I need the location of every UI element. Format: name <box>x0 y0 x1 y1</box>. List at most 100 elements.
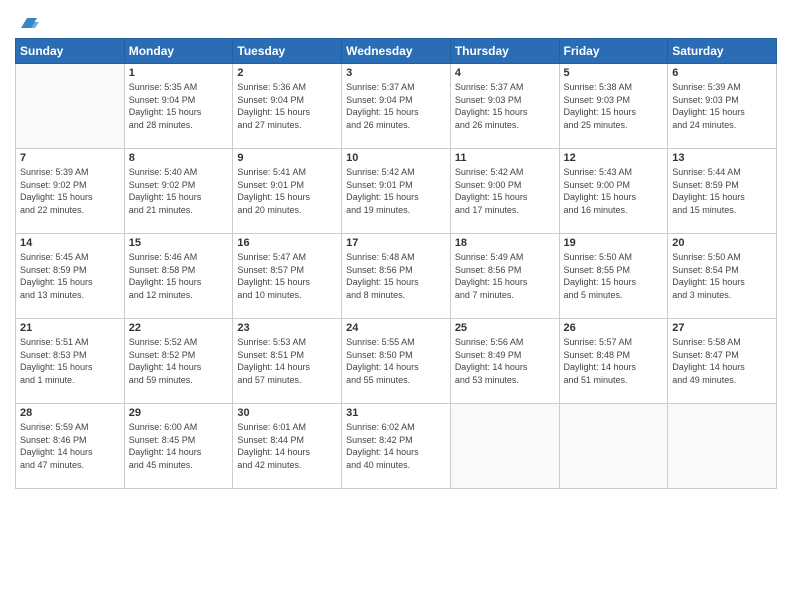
calendar-cell <box>668 404 777 489</box>
weekday-header-monday: Monday <box>124 39 233 64</box>
calendar-cell: 25 Sunrise: 5:56 AMSunset: 8:49 PMDayligh… <box>450 319 559 404</box>
day-number: 25 <box>455 322 555 334</box>
calendar-cell <box>450 404 559 489</box>
weekday-header-thursday: Thursday <box>450 39 559 64</box>
day-number: 2 <box>237 67 337 79</box>
day-info: Sunrise: 5:57 AMSunset: 8:48 PMDaylight:… <box>564 336 664 386</box>
day-info: Sunrise: 5:37 AMSunset: 9:04 PMDaylight:… <box>346 81 446 131</box>
calendar-week-2: 7 Sunrise: 5:39 AMSunset: 9:02 PMDaylight… <box>16 149 777 234</box>
page: SundayMondayTuesdayWednesdayThursdayFrid… <box>0 0 792 612</box>
day-number: 10 <box>346 152 446 164</box>
calendar-cell: 28 Sunrise: 5:59 AMSunset: 8:46 PMDayligh… <box>16 404 125 489</box>
calendar-cell <box>16 64 125 149</box>
logo-icon <box>17 10 39 32</box>
day-number: 1 <box>129 67 229 79</box>
logo <box>15 10 39 32</box>
day-info: Sunrise: 5:53 AMSunset: 8:51 PMDaylight:… <box>237 336 337 386</box>
day-info: Sunrise: 5:43 AMSunset: 9:00 PMDaylight:… <box>564 166 664 216</box>
weekday-header-wednesday: Wednesday <box>342 39 451 64</box>
day-info: Sunrise: 5:39 AMSunset: 9:03 PMDaylight:… <box>672 81 772 131</box>
day-info: Sunrise: 5:44 AMSunset: 8:59 PMDaylight:… <box>672 166 772 216</box>
calendar-cell: 27 Sunrise: 5:58 AMSunset: 8:47 PMDayligh… <box>668 319 777 404</box>
day-info: Sunrise: 5:59 AMSunset: 8:46 PMDaylight:… <box>20 421 120 471</box>
day-info: Sunrise: 6:00 AMSunset: 8:45 PMDaylight:… <box>129 421 229 471</box>
calendar-cell: 13 Sunrise: 5:44 AMSunset: 8:59 PMDayligh… <box>668 149 777 234</box>
day-info: Sunrise: 5:35 AMSunset: 9:04 PMDaylight:… <box>129 81 229 131</box>
day-info: Sunrise: 5:52 AMSunset: 8:52 PMDaylight:… <box>129 336 229 386</box>
day-number: 18 <box>455 237 555 249</box>
day-number: 6 <box>672 67 772 79</box>
calendar-cell: 3 Sunrise: 5:37 AMSunset: 9:04 PMDaylight… <box>342 64 451 149</box>
calendar-cell: 30 Sunrise: 6:01 AMSunset: 8:44 PMDayligh… <box>233 404 342 489</box>
day-number: 15 <box>129 237 229 249</box>
day-info: Sunrise: 5:41 AMSunset: 9:01 PMDaylight:… <box>237 166 337 216</box>
day-number: 21 <box>20 322 120 334</box>
weekday-header-friday: Friday <box>559 39 668 64</box>
day-number: 14 <box>20 237 120 249</box>
day-info: Sunrise: 5:37 AMSunset: 9:03 PMDaylight:… <box>455 81 555 131</box>
calendar-cell: 19 Sunrise: 5:50 AMSunset: 8:55 PMDayligh… <box>559 234 668 319</box>
day-number: 27 <box>672 322 772 334</box>
day-info: Sunrise: 5:56 AMSunset: 8:49 PMDaylight:… <box>455 336 555 386</box>
day-info: Sunrise: 5:49 AMSunset: 8:56 PMDaylight:… <box>455 251 555 301</box>
day-info: Sunrise: 6:02 AMSunset: 8:42 PMDaylight:… <box>346 421 446 471</box>
calendar-cell: 11 Sunrise: 5:42 AMSunset: 9:00 PMDayligh… <box>450 149 559 234</box>
day-number: 28 <box>20 407 120 419</box>
day-number: 20 <box>672 237 772 249</box>
calendar-cell: 4Sunrise: 5:37 AMSunset: 9:03 PMDaylight… <box>450 64 559 149</box>
calendar-cell: 18 Sunrise: 5:49 AMSunset: 8:56 PMDayligh… <box>450 234 559 319</box>
weekday-header-tuesday: Tuesday <box>233 39 342 64</box>
calendar-cell: 2 Sunrise: 5:36 AMSunset: 9:04 PMDaylight… <box>233 64 342 149</box>
day-info: Sunrise: 6:01 AMSunset: 8:44 PMDaylight:… <box>237 421 337 471</box>
day-number: 8 <box>129 152 229 164</box>
calendar-cell: 20 Sunrise: 5:50 AMSunset: 8:54 PMDayligh… <box>668 234 777 319</box>
day-number: 9 <box>237 152 337 164</box>
day-number: 17 <box>346 237 446 249</box>
calendar-cell <box>559 404 668 489</box>
day-info: Sunrise: 5:45 AMSunset: 8:59 PMDaylight:… <box>20 251 120 301</box>
day-number: 30 <box>237 407 337 419</box>
calendar-cell: 31 Sunrise: 6:02 AMSunset: 8:42 PMDayligh… <box>342 404 451 489</box>
day-number: 5 <box>564 67 664 79</box>
day-info: Sunrise: 5:42 AMSunset: 9:00 PMDaylight:… <box>455 166 555 216</box>
calendar-table: SundayMondayTuesdayWednesdayThursdayFrid… <box>15 38 777 489</box>
day-number: 19 <box>564 237 664 249</box>
day-number: 7 <box>20 152 120 164</box>
weekday-header-sunday: Sunday <box>16 39 125 64</box>
calendar-cell: 9 Sunrise: 5:41 AMSunset: 9:01 PMDaylight… <box>233 149 342 234</box>
calendar-cell: 14 Sunrise: 5:45 AMSunset: 8:59 PMDayligh… <box>16 234 125 319</box>
calendar-cell: 17Sunrise: 5:48 AMSunset: 8:56 PMDayligh… <box>342 234 451 319</box>
day-number: 22 <box>129 322 229 334</box>
calendar-cell: 22 Sunrise: 5:52 AMSunset: 8:52 PMDayligh… <box>124 319 233 404</box>
calendar-cell: 26Sunrise: 5:57 AMSunset: 8:48 PMDayligh… <box>559 319 668 404</box>
calendar-week-1: 1 Sunrise: 5:35 AMSunset: 9:04 PMDaylight… <box>16 64 777 149</box>
day-number: 11 <box>455 152 555 164</box>
weekday-header-saturday: Saturday <box>668 39 777 64</box>
calendar-week-5: 28 Sunrise: 5:59 AMSunset: 8:46 PMDayligh… <box>16 404 777 489</box>
day-info: Sunrise: 5:51 AMSunset: 8:53 PMDaylight:… <box>20 336 120 386</box>
day-number: 12 <box>564 152 664 164</box>
calendar-cell: 23 Sunrise: 5:53 AMSunset: 8:51 PMDayligh… <box>233 319 342 404</box>
calendar-cell: 15Sunrise: 5:46 AMSunset: 8:58 PMDayligh… <box>124 234 233 319</box>
day-number: 13 <box>672 152 772 164</box>
day-info: Sunrise: 5:50 AMSunset: 8:54 PMDaylight:… <box>672 251 772 301</box>
day-info: Sunrise: 5:39 AMSunset: 9:02 PMDaylight:… <box>20 166 120 216</box>
day-info: Sunrise: 5:42 AMSunset: 9:01 PMDaylight:… <box>346 166 446 216</box>
calendar-cell: 1 Sunrise: 5:35 AMSunset: 9:04 PMDaylight… <box>124 64 233 149</box>
calendar-week-3: 14 Sunrise: 5:45 AMSunset: 8:59 PMDayligh… <box>16 234 777 319</box>
day-number: 23 <box>237 322 337 334</box>
day-info: Sunrise: 5:47 AMSunset: 8:57 PMDaylight:… <box>237 251 337 301</box>
calendar-cell: 29 Sunrise: 6:00 AMSunset: 8:45 PMDayligh… <box>124 404 233 489</box>
calendar-cell: 8Sunrise: 5:40 AMSunset: 9:02 PMDaylight… <box>124 149 233 234</box>
day-info: Sunrise: 5:36 AMSunset: 9:04 PMDaylight:… <box>237 81 337 131</box>
day-number: 29 <box>129 407 229 419</box>
day-number: 3 <box>346 67 446 79</box>
day-info: Sunrise: 5:50 AMSunset: 8:55 PMDaylight:… <box>564 251 664 301</box>
calendar-cell: 7 Sunrise: 5:39 AMSunset: 9:02 PMDaylight… <box>16 149 125 234</box>
calendar-cell: 24Sunrise: 5:55 AMSunset: 8:50 PMDayligh… <box>342 319 451 404</box>
day-info: Sunrise: 5:38 AMSunset: 9:03 PMDaylight:… <box>564 81 664 131</box>
day-info: Sunrise: 5:58 AMSunset: 8:47 PMDaylight:… <box>672 336 772 386</box>
day-number: 16 <box>237 237 337 249</box>
calendar-week-4: 21 Sunrise: 5:51 AMSunset: 8:53 PMDayligh… <box>16 319 777 404</box>
day-number: 31 <box>346 407 446 419</box>
